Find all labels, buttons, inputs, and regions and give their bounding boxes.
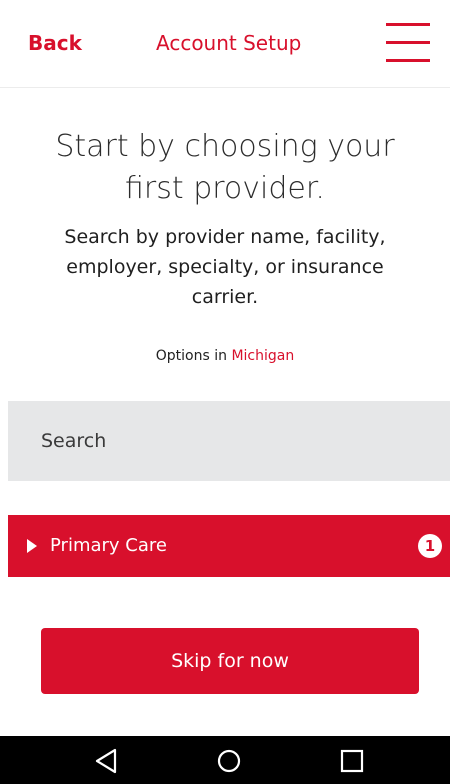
back-button[interactable]: Back (28, 31, 82, 55)
caret-right-icon (27, 539, 37, 553)
location-prefix: Options in (155, 348, 227, 364)
search-input[interactable] (8, 401, 450, 481)
headline-line-2: first provider. (125, 171, 325, 206)
category-primary-care[interactable]: Primary Care 1 (8, 515, 450, 577)
circle-home-icon[interactable] (212, 744, 246, 778)
location-link[interactable]: Michigan (231, 348, 294, 364)
triangle-back-icon[interactable] (89, 744, 123, 778)
count-badge: 1 (418, 534, 442, 558)
menu-line (386, 41, 430, 44)
header-bar: Back Account Setup (0, 0, 450, 88)
menu-line (386, 59, 430, 62)
search-bar (8, 401, 450, 481)
location-options: Options in Michigan (0, 348, 450, 364)
square-recents-icon[interactable] (335, 744, 369, 778)
intro-subtext: Search by provider name, facility, emplo… (64, 226, 386, 308)
skip-for-now-button[interactable]: Skip for now (41, 628, 419, 694)
intro-headline: Start by choosing your first provider. (0, 126, 450, 210)
page-title: Account Setup (156, 31, 302, 55)
menu-line (386, 23, 430, 26)
category-label: Primary Care (50, 535, 167, 556)
headline-line-1: Start by choosing your (55, 129, 395, 164)
system-nav-bar (0, 736, 450, 784)
app-screen: Back Account Setup Start by choosing you… (0, 0, 450, 784)
hamburger-menu-icon[interactable] (386, 20, 430, 66)
